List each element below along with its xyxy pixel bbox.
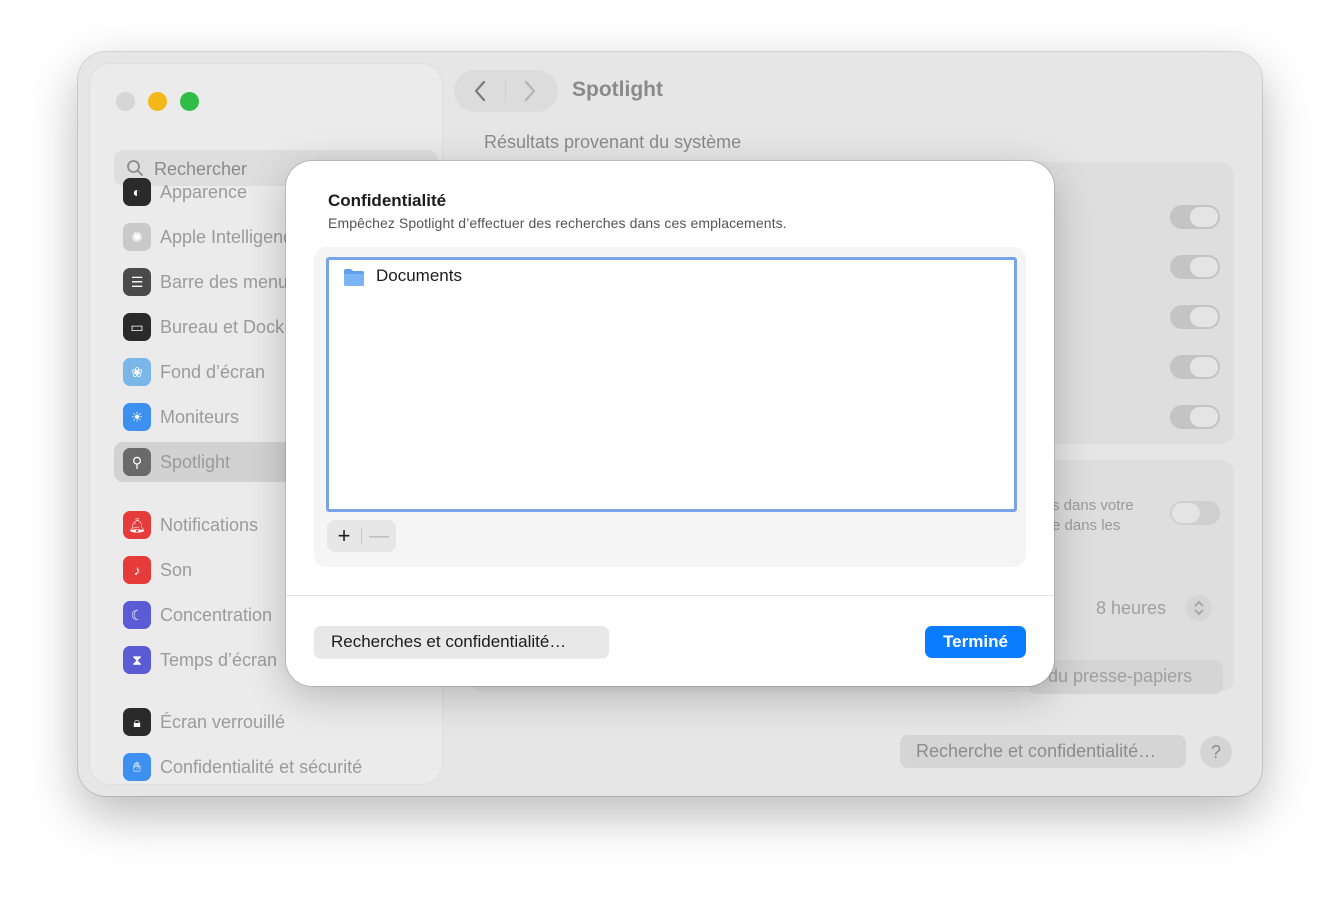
search-privacy-sheet-button[interactable]: Recherches et confidentialité…	[314, 626, 609, 658]
navigation-buttons	[454, 70, 558, 112]
wallpaper-icon: ❀	[123, 358, 151, 386]
lock-screen-icon: 🔒︎	[123, 708, 151, 736]
remove-button[interactable]: —	[362, 520, 396, 552]
sheet-subtitle: Empêchez Spotlight d’effectuer des reche…	[328, 215, 787, 231]
hours-value: 8 heures	[1096, 598, 1167, 618]
privacy-sheet: Confidentialité Empêchez Spotlight d’eff…	[286, 161, 1054, 686]
description-fragment-2: e dans les	[1052, 517, 1121, 534]
help-button[interactable]: ?	[1200, 736, 1232, 768]
minimize-button[interactable]	[148, 92, 167, 111]
forward-button[interactable]	[516, 77, 544, 105]
search-privacy-button[interactable]: Recherche et confidentialité…	[900, 735, 1186, 768]
displays-icon: ☀	[123, 403, 151, 431]
back-button[interactable]	[466, 77, 494, 105]
toggle-3[interactable]	[1170, 305, 1220, 329]
chevron-right-icon	[524, 80, 536, 102]
sound-icon: ♪	[123, 556, 151, 584]
apple-intelligence-icon: ✺	[123, 223, 151, 251]
add-remove-control: + —	[327, 520, 396, 552]
privacy-hand-icon: ✋︎	[123, 753, 151, 781]
sheet-title: Confidentialité	[328, 191, 447, 210]
done-button[interactable]: Terminé	[925, 626, 1026, 658]
add-button[interactable]: +	[327, 520, 361, 552]
maximize-button[interactable]	[180, 92, 199, 111]
folder-icon	[344, 269, 364, 286]
hours-stepper[interactable]	[1186, 595, 1212, 621]
chevron-up-down-icon	[1194, 600, 1204, 616]
toggle-4[interactable]	[1170, 355, 1220, 379]
sidebar-item-confidentialite-et-securite[interactable]: ✋︎ Confidentialité et sécurité	[114, 747, 438, 787]
clipboard-button[interactable]: du presse-papiers	[1028, 660, 1223, 694]
toggle-6[interactable]	[1170, 501, 1220, 525]
excluded-locations-list[interactable]: Documents	[326, 257, 1017, 512]
section-label: Résultats provenant du système	[484, 132, 742, 152]
menu-bar-icon: ☰	[123, 268, 151, 296]
chevron-left-icon	[474, 80, 486, 102]
screen-time-icon: ⧗	[123, 646, 151, 674]
description-fragment-1: s dans votre	[1052, 497, 1134, 514]
spotlight-icon: ⚲	[123, 448, 151, 476]
focus-icon: ☾	[123, 601, 151, 629]
folder-name: Documents	[376, 266, 462, 285]
toggle-2[interactable]	[1170, 255, 1220, 279]
toggle-1[interactable]	[1170, 205, 1220, 229]
page-title: Spotlight	[572, 78, 663, 101]
notifications-icon: 🔔︎	[123, 511, 151, 539]
desktop-dock-icon: ▭	[123, 313, 151, 341]
appearance-icon: ◐	[123, 178, 151, 206]
close-button[interactable]	[116, 92, 135, 111]
sidebar-item-ecran-verrouille[interactable]: 🔒︎ Écran verrouillé	[114, 702, 438, 742]
toggle-5[interactable]	[1170, 405, 1220, 429]
divider	[286, 595, 1054, 596]
